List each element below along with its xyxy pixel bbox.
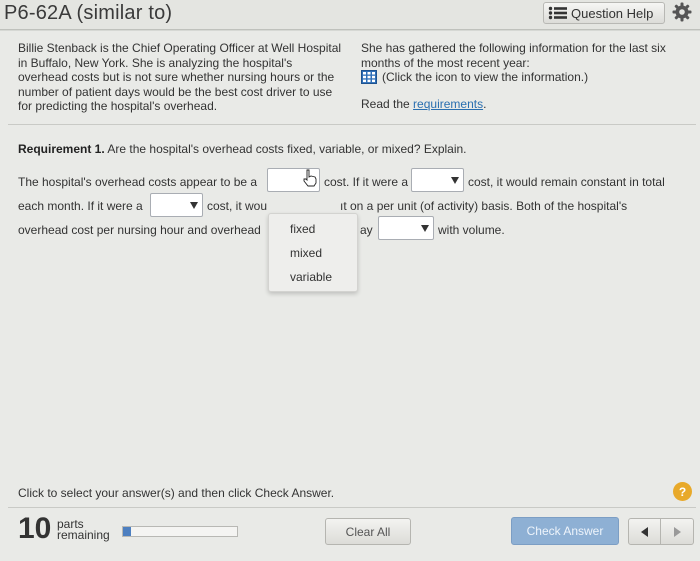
table-grid-icon[interactable] (361, 70, 377, 85)
intro-text-left: Billie Stenback is the Chief Operating O… (18, 41, 354, 114)
intro-line: Billie Stenback is the Chief Operating O… (18, 41, 342, 55)
intro-line: months of the most recent year: (361, 55, 530, 70)
cost-type-dropdown-2[interactable] (411, 168, 464, 192)
instruction-hint: Click to select your answer(s) and then … (18, 486, 335, 500)
intro-line: for predicting the hospital's overhead. (18, 99, 218, 113)
answer-text-9: with volume. (438, 223, 505, 237)
cost-type-dropdown-4[interactable] (378, 216, 434, 240)
question-panel: Billie Stenback is the Chief Operating O… (0, 31, 700, 561)
page-title: P6-62A (similar to) (4, 2, 173, 24)
requirement-question: Are the hospital's overhead costs fixed,… (104, 142, 467, 156)
progress-bar (122, 526, 238, 537)
dropdown-menu: fixed mixed variable (268, 213, 358, 292)
list-icon (548, 6, 567, 20)
read-requirements-line: Read the requirements. (361, 97, 681, 112)
requirement-heading: Requirement 1. Are the hospital's overhe… (18, 142, 467, 156)
intro-line: She has gathered the following informati… (361, 41, 666, 55)
requirements-link[interactable]: requirements (413, 97, 483, 111)
intro-line: in Buffalo, New York. She is analyzing t… (18, 55, 293, 70)
parts-remaining-count: 10 (18, 512, 52, 545)
answer-text-2: cost. If it were a (324, 175, 409, 189)
clear-all-button[interactable]: Clear All (325, 518, 411, 545)
requirement-label: Requirement 1. (18, 142, 105, 156)
parts-label-line: remaining (57, 528, 110, 542)
footer-divider (8, 507, 696, 508)
section-divider (8, 124, 696, 125)
progress-fill (123, 527, 131, 536)
answer-text-7: overhead cost per nursing hour and overh… (18, 223, 261, 237)
chevron-down-icon (421, 225, 429, 232)
answer-text-1: The hospital's overhead costs appear to … (18, 175, 258, 189)
previous-button[interactable] (628, 518, 661, 545)
intro-line: overhead costs but is not sure whether n… (18, 70, 335, 84)
chevron-down-icon (451, 177, 459, 184)
answer-text-6: ıt on a per unit (of activity) basis. Bo… (340, 199, 628, 213)
info-link-text[interactable]: (Click the icon to view the information.… (382, 70, 588, 85)
dropdown-option-mixed[interactable]: mixed (290, 246, 322, 260)
parts-remaining-label: parts remaining (57, 518, 110, 542)
info-link-row[interactable]: (Click the icon to view the information.… (361, 70, 681, 85)
read-suffix: . (483, 96, 487, 111)
hand-cursor-icon (303, 169, 317, 187)
gear-icon[interactable] (672, 2, 692, 22)
question-help-button[interactable]: Question Help (543, 2, 665, 24)
answer-text-5: cost, it wou (207, 199, 268, 213)
answer-text-3: cost, it would remain constant in total (468, 175, 665, 189)
next-button[interactable] (661, 518, 694, 545)
help-icon[interactable]: ? (673, 482, 692, 501)
answer-text-8: ay (360, 223, 373, 237)
dropdown-option-variable[interactable]: variable (290, 270, 332, 284)
arrow-left-icon (641, 527, 648, 537)
question-help-label: Question Help (571, 5, 654, 21)
answer-text-4: each month. If it were a (18, 199, 143, 213)
intro-text-right: She has gathered the following informati… (361, 41, 681, 111)
intro-line: number of patient days would be the best… (18, 84, 333, 99)
arrow-right-icon (674, 527, 681, 537)
chevron-down-icon (190, 202, 198, 209)
check-answer-button[interactable]: Check Answer (511, 517, 619, 545)
read-prefix: Read the (361, 96, 414, 111)
header-bar: P6-62A (similar to) Question Help (0, 0, 700, 30)
dropdown-option-fixed[interactable]: fixed (290, 222, 315, 236)
cost-type-dropdown-3[interactable] (150, 193, 203, 217)
